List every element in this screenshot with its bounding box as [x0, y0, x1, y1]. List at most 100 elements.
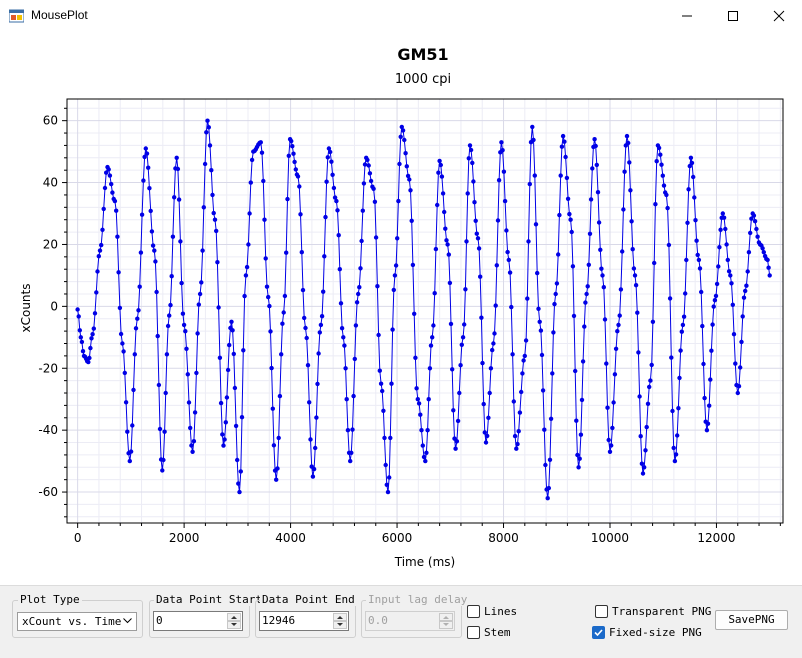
data-point	[601, 285, 606, 290]
lines-checkbox[interactable]	[467, 605, 480, 618]
maximize-button[interactable]	[710, 0, 756, 31]
data-point	[726, 269, 732, 274]
minimize-button[interactable]	[664, 0, 710, 31]
data-point	[180, 311, 186, 316]
data-point	[453, 446, 458, 451]
data-point	[629, 219, 634, 224]
close-icon	[773, 10, 785, 22]
start-stepper[interactable]	[153, 611, 243, 631]
chart[interactable]: GM51 1000 cpi 0 2000 4000 6000 8000 10000 1200…	[0, 31, 802, 585]
data-point	[746, 250, 752, 255]
data-point	[478, 274, 483, 279]
start-input[interactable]	[156, 614, 226, 627]
data-point	[522, 353, 527, 359]
data-point	[220, 432, 225, 437]
data-point	[617, 313, 622, 318]
start-up-button[interactable]	[227, 613, 241, 621]
data-point	[540, 388, 546, 393]
data-point	[740, 314, 745, 319]
stem-checkbox[interactable]	[467, 626, 480, 639]
end-stepper[interactable]	[259, 611, 349, 631]
data-point	[389, 381, 394, 386]
data-point	[481, 401, 486, 407]
data-point	[676, 406, 681, 411]
data-point	[403, 151, 408, 156]
data-point	[280, 321, 285, 326]
data-point	[378, 381, 384, 386]
data-point	[359, 238, 364, 244]
data-point	[153, 259, 158, 264]
data-point	[480, 360, 485, 366]
data-point	[647, 384, 652, 390]
data-point	[204, 130, 209, 135]
data-point	[644, 424, 649, 430]
data-point	[582, 324, 587, 329]
data-point	[516, 429, 521, 434]
data-point	[550, 371, 555, 376]
save-png-button[interactable]: SavePNG	[715, 610, 788, 630]
y-tick-label: -40	[38, 423, 58, 437]
data-point	[669, 355, 674, 360]
data-point	[360, 208, 365, 213]
data-point	[195, 331, 200, 336]
data-point	[231, 351, 236, 357]
data-point	[600, 273, 605, 278]
data-point	[431, 323, 436, 328]
start-down-button[interactable]	[227, 621, 241, 629]
data-point	[733, 361, 738, 366]
data-point	[229, 319, 234, 324]
data-point	[148, 208, 153, 214]
transparent-png-checkbox[interactable]	[595, 605, 608, 618]
data-point	[390, 327, 395, 332]
data-point	[305, 363, 311, 368]
data-point	[725, 257, 730, 263]
data-point	[79, 339, 85, 345]
end-down-button[interactable]	[333, 621, 347, 629]
data-point	[594, 162, 599, 168]
data-point	[557, 212, 562, 218]
y-axis-label: xCounts	[19, 284, 33, 333]
data-point	[670, 408, 675, 414]
data-point	[276, 435, 281, 441]
data-point	[530, 124, 535, 130]
data-point	[766, 265, 771, 270]
data-point	[238, 469, 243, 474]
data-point	[714, 281, 720, 287]
end-spin-buttons	[333, 613, 347, 629]
data-point	[605, 405, 610, 410]
data-point	[643, 448, 648, 453]
data-point	[593, 143, 598, 149]
data-point	[661, 183, 667, 188]
data-point	[137, 284, 142, 289]
end-input[interactable]	[262, 614, 332, 627]
close-button[interactable]	[756, 0, 802, 31]
data-point	[680, 322, 686, 328]
data-point	[99, 242, 104, 248]
data-point	[735, 390, 740, 396]
data-point	[366, 163, 371, 168]
plot-type-select[interactable]: xCount vs. Time	[17, 612, 137, 631]
data-point	[249, 157, 255, 163]
data-point	[667, 296, 673, 301]
data-point	[551, 330, 556, 335]
data-point	[708, 377, 713, 382]
data-point	[222, 437, 227, 442]
data-point	[197, 291, 203, 297]
chevron-down-icon	[123, 618, 132, 624]
data-point	[679, 329, 684, 334]
start-label: Data Point Start	[154, 594, 264, 606]
data-point	[628, 188, 633, 193]
data-point	[149, 229, 155, 234]
data-point	[181, 322, 187, 328]
data-point	[77, 328, 83, 333]
data-point	[106, 167, 111, 172]
data-point	[291, 151, 296, 156]
data-point	[626, 140, 631, 146]
end-up-button[interactable]	[333, 613, 347, 621]
data-point	[432, 291, 437, 296]
data-point	[362, 162, 368, 167]
fixed-size-png-checkbox[interactable]	[592, 626, 605, 639]
data-point	[678, 348, 683, 353]
data-point	[587, 231, 593, 236]
plot-type-label: Plot Type	[18, 593, 82, 606]
